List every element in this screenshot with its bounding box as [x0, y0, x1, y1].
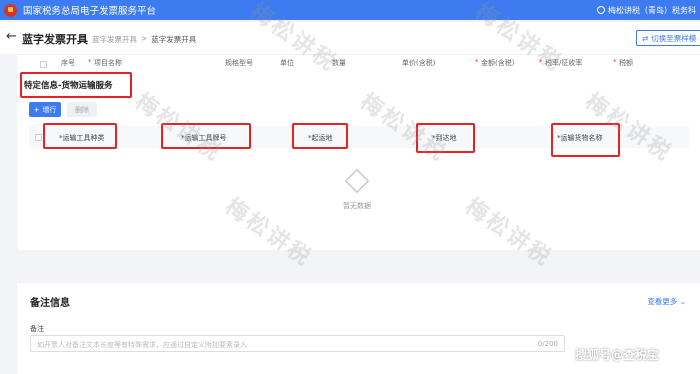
plus-icon: + — [33, 105, 40, 114]
col-spec: 规格型号 — [225, 59, 253, 67]
add-row-button[interactable]: + 增行 — [29, 102, 61, 117]
col-index: 序号 — [61, 59, 75, 67]
notes-title: 备注信息 — [30, 298, 70, 309]
add-row-label: 增行 — [42, 105, 57, 114]
highlight-box — [551, 123, 620, 157]
see-more-label: 查看更多 — [647, 297, 678, 306]
tax-emblem-icon — [4, 3, 17, 17]
highlight-box — [161, 123, 251, 149]
invoice-card: 序号 * 项目名称 规格型号 单位 数量 单价(含税) * 金额(含税) * 税… — [17, 55, 700, 250]
transport-select-all-checkbox[interactable] — [35, 134, 42, 141]
empty-state: 暂无数据 — [317, 168, 397, 211]
empty-text: 暂无数据 — [343, 202, 371, 210]
user-menu[interactable]: 梅松讲税（青岛）税务科 — [597, 0, 696, 20]
col-unit-price: 单价(含税) — [402, 59, 436, 67]
required-mark: * — [88, 58, 92, 66]
required-mark: * — [475, 58, 479, 66]
delete-row-button[interactable]: 删除 — [67, 102, 97, 117]
switch-view-label: 切换至票样模 — [651, 33, 697, 43]
source-tag: 搜狐号@查税宝 — [575, 348, 660, 362]
highlight-box — [292, 123, 348, 149]
highlight-box — [416, 123, 475, 153]
required-mark: * — [613, 58, 617, 66]
chevron-down-icon: ⌄ — [679, 297, 686, 306]
highlight-box — [43, 123, 117, 149]
page-title: 蓝字发票开具 — [22, 33, 88, 46]
breadcrumb-item[interactable]: 蓝字发票开具 — [92, 34, 137, 45]
notes-input[interactable]: 如开票人对备注文本长度等有特殊需求，应通过自定义附加要素录入 0/200 — [30, 335, 565, 352]
notes-placeholder: 如开票人对备注文本长度等有特殊需求，应通过自定义附加要素录入 — [37, 341, 247, 349]
page-header: ← 蓝字发票开具 蓝字发票开具 > 蓝字发票开具 ⇄ 切换至票样模 — [0, 22, 700, 54]
col-tax-rate: 税率/征收率 — [545, 59, 583, 67]
col-amount: 金额(含税) — [481, 59, 515, 67]
notes-counter: 0/200 — [537, 340, 558, 348]
top-bar: 国家税务总局电子发票服务平台 梅松讲税（青岛）税务科 — [0, 0, 700, 20]
item-table-header: 序号 * 项目名称 规格型号 单位 数量 单价(含税) * 金额(含税) * 税… — [17, 55, 700, 69]
breadcrumb-separator: > — [141, 34, 148, 43]
col-tax-amount: 税额 — [619, 59, 633, 67]
switch-view-button[interactable]: ⇄ 切换至票样模 — [636, 30, 700, 46]
col-unit: 单位 — [280, 59, 294, 67]
breadcrumb: 蓝字发票开具 > 蓝字发票开具 — [92, 34, 196, 45]
highlight-box — [20, 72, 132, 98]
user-icon — [597, 6, 605, 14]
breadcrumb-current: 蓝字发票开具 — [151, 35, 197, 44]
col-quantity: 数量 — [332, 59, 346, 67]
see-more-link[interactable]: 查看更多 ⌄ — [647, 296, 686, 307]
back-arrow-icon[interactable]: ← — [6, 29, 17, 44]
empty-box-icon — [344, 168, 370, 194]
notes-label: 备注 — [30, 325, 44, 333]
required-mark: * — [539, 58, 543, 66]
col-item-name: 项目名称 — [94, 59, 122, 67]
user-name: 梅松讲税（青岛）税务科 — [608, 5, 696, 15]
platform-title: 国家税务总局电子发票服务平台 — [23, 6, 157, 17]
switch-icon: ⇄ — [642, 33, 649, 43]
delete-row-label: 删除 — [75, 105, 89, 114]
